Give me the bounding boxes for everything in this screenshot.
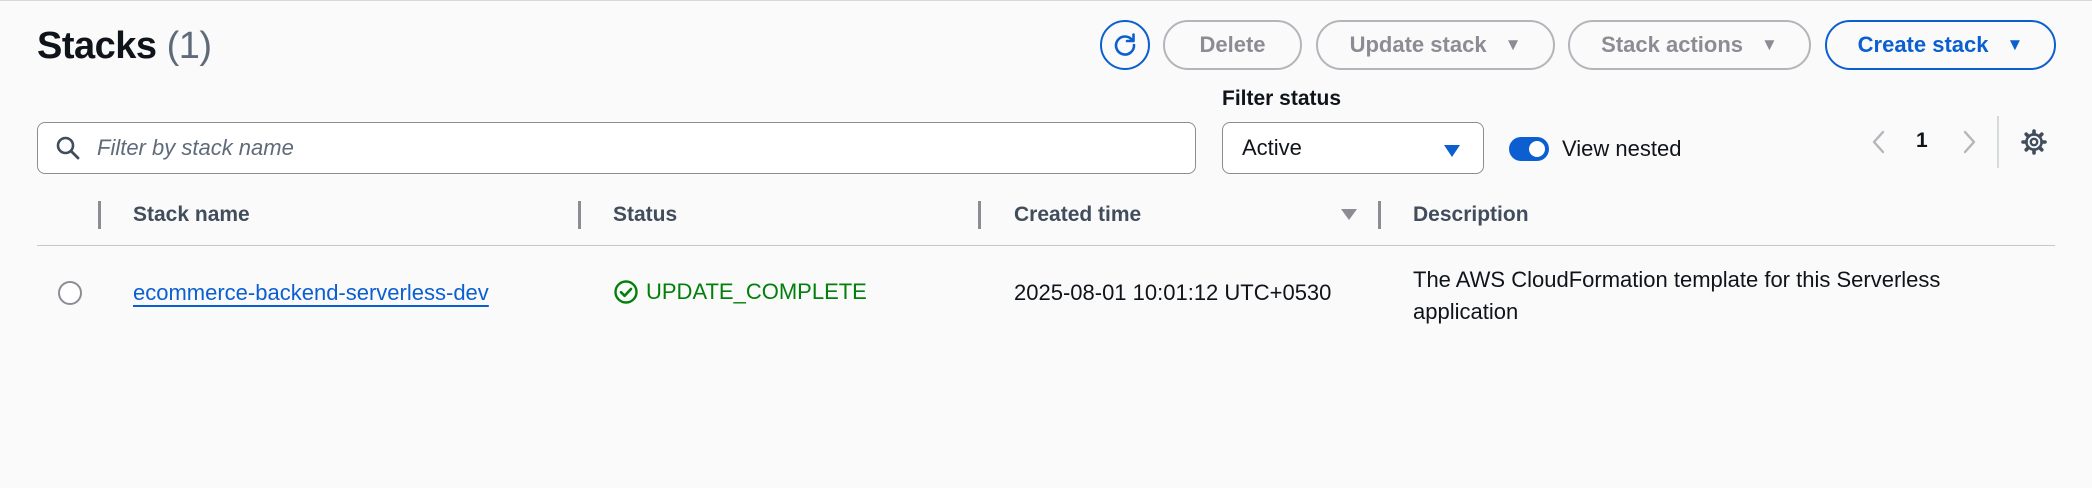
caret-down-icon: ▼ xyxy=(1504,35,1522,54)
filter-status-value: Active xyxy=(1242,135,1302,160)
caret-down-icon: ▼ xyxy=(2006,35,2024,54)
row-select-radio[interactable] xyxy=(58,281,82,305)
update-stack-button-label: Update stack xyxy=(1349,32,1487,57)
stack-count: (1) xyxy=(166,25,212,67)
status-text: UPDATE_COMPLETE xyxy=(646,279,867,304)
next-page-button[interactable] xyxy=(1960,129,1978,160)
table-header-divider xyxy=(37,245,2055,246)
search-icon xyxy=(55,135,81,161)
column-header-description[interactable]: Description xyxy=(1413,203,1529,227)
column-divider xyxy=(98,201,101,229)
description-cell: The AWS CloudFormation template for this… xyxy=(1413,267,1941,324)
created-time-cell: 2025-08-01 10:01:12 UTC+0530 xyxy=(1014,280,1332,305)
page-title: Stacks (1) xyxy=(37,22,212,70)
view-nested-toggle-group[interactable]: View nested xyxy=(1509,136,1681,162)
status-indicator: UPDATE_COMPLETE xyxy=(613,279,867,305)
caret-down-icon: ▼ xyxy=(1761,35,1778,54)
toggle-knob xyxy=(1529,141,1545,157)
create-stack-button[interactable]: Create stack ▼ xyxy=(1825,20,2056,70)
table-preferences-button[interactable] xyxy=(2020,128,2048,161)
view-nested-label: View nested xyxy=(1562,136,1682,161)
column-header-created-time[interactable]: Created time xyxy=(1014,203,1141,227)
search-box[interactable] xyxy=(37,122,1196,174)
stack-name-link[interactable]: ecommerce-backend-serverless-dev xyxy=(133,280,489,306)
refresh-button[interactable] xyxy=(1100,20,1150,70)
search-input[interactable] xyxy=(95,134,1099,162)
page-title-text: Stacks xyxy=(37,25,157,67)
caret-down-icon xyxy=(1443,138,1461,164)
pagination-divider xyxy=(1997,116,1999,168)
view-nested-toggle[interactable] xyxy=(1509,137,1549,161)
delete-button-label: Delete xyxy=(1199,32,1266,57)
filter-status-select[interactable]: Active xyxy=(1222,122,1484,174)
delete-button[interactable]: Delete xyxy=(1163,20,1302,70)
update-stack-button[interactable]: Update stack ▼ xyxy=(1316,20,1555,70)
column-divider[interactable] xyxy=(978,201,981,229)
chevron-right-icon xyxy=(1963,130,1976,154)
previous-page-button[interactable] xyxy=(1870,129,1888,160)
chevron-left-icon xyxy=(1872,130,1885,154)
check-circle-icon xyxy=(613,279,639,305)
current-page-number[interactable]: 1 xyxy=(1916,129,1928,153)
column-header-stack-name[interactable]: Stack name xyxy=(133,203,250,227)
column-divider[interactable] xyxy=(1378,201,1381,229)
create-stack-button-label: Create stack xyxy=(1857,32,1989,57)
column-header-status[interactable]: Status xyxy=(613,203,677,227)
gear-icon xyxy=(2021,129,2047,155)
column-divider[interactable] xyxy=(578,201,581,229)
sort-descending-icon[interactable] xyxy=(1340,208,1358,226)
top-divider xyxy=(0,0,2092,1)
refresh-icon xyxy=(1114,33,1136,56)
filter-status-label: Filter status xyxy=(1222,87,1342,110)
stack-actions-button-label: Stack actions xyxy=(1601,32,1743,57)
stack-actions-button[interactable]: Stack actions ▼ xyxy=(1568,20,1811,70)
